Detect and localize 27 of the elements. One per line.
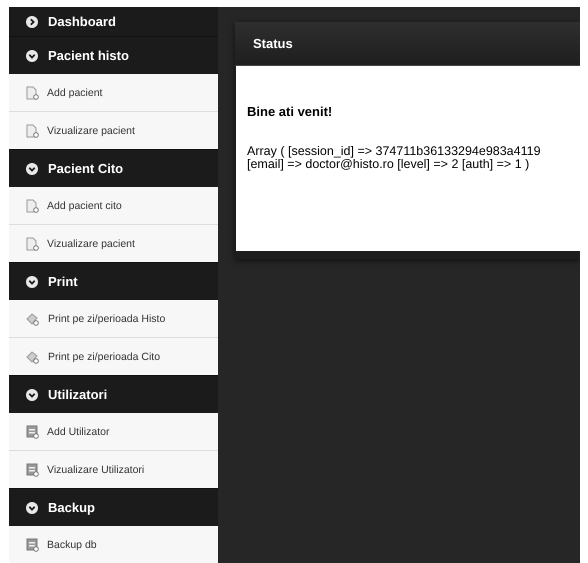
sidebar-item[interactable]: Print pe zi/perioada Histo: [9, 300, 218, 338]
document-icon: [26, 124, 39, 138]
form-icon: [26, 462, 39, 476]
panel-title: Status: [235, 22, 580, 66]
document-icon: [26, 236, 39, 250]
document-icon: [26, 198, 39, 212]
sidebar-item[interactable]: Print pe zi/perioada Cito: [9, 338, 218, 375]
sidebar-item[interactable]: Add pacient: [9, 74, 218, 112]
sidebar-item[interactable]: Backup db: [9, 526, 218, 563]
sidebar-item[interactable]: Vizualizare Utilizatori: [9, 451, 218, 488]
sidebar-item[interactable]: Add pacient cito: [9, 187, 218, 225]
form-icon: [26, 538, 39, 552]
collapse-icon: [26, 388, 38, 400]
welcome-heading: Bine ati venit!: [247, 104, 334, 119]
collapse-icon: [26, 502, 38, 514]
sidebar-item[interactable]: Vizualizare pacient: [9, 112, 218, 149]
printer-icon: [26, 312, 40, 326]
collapse-icon: [26, 276, 38, 288]
printer-icon: [26, 350, 40, 364]
form-icon: [26, 424, 39, 438]
document-icon: [26, 86, 39, 100]
sidebar-item[interactable]: Add Utilizator: [9, 413, 218, 451]
session-text: Array ( [session_id] => 374711b36133294e983a4119: [247, 145, 542, 158]
collapse-icon: [26, 50, 38, 62]
sidebar-item[interactable]: Vizualizare pacient: [9, 225, 218, 262]
session-text: [email] => doctor@histo.ro [level] => 2 [auth] => 1 ): [247, 158, 530, 171]
collapse-icon: [26, 162, 38, 174]
